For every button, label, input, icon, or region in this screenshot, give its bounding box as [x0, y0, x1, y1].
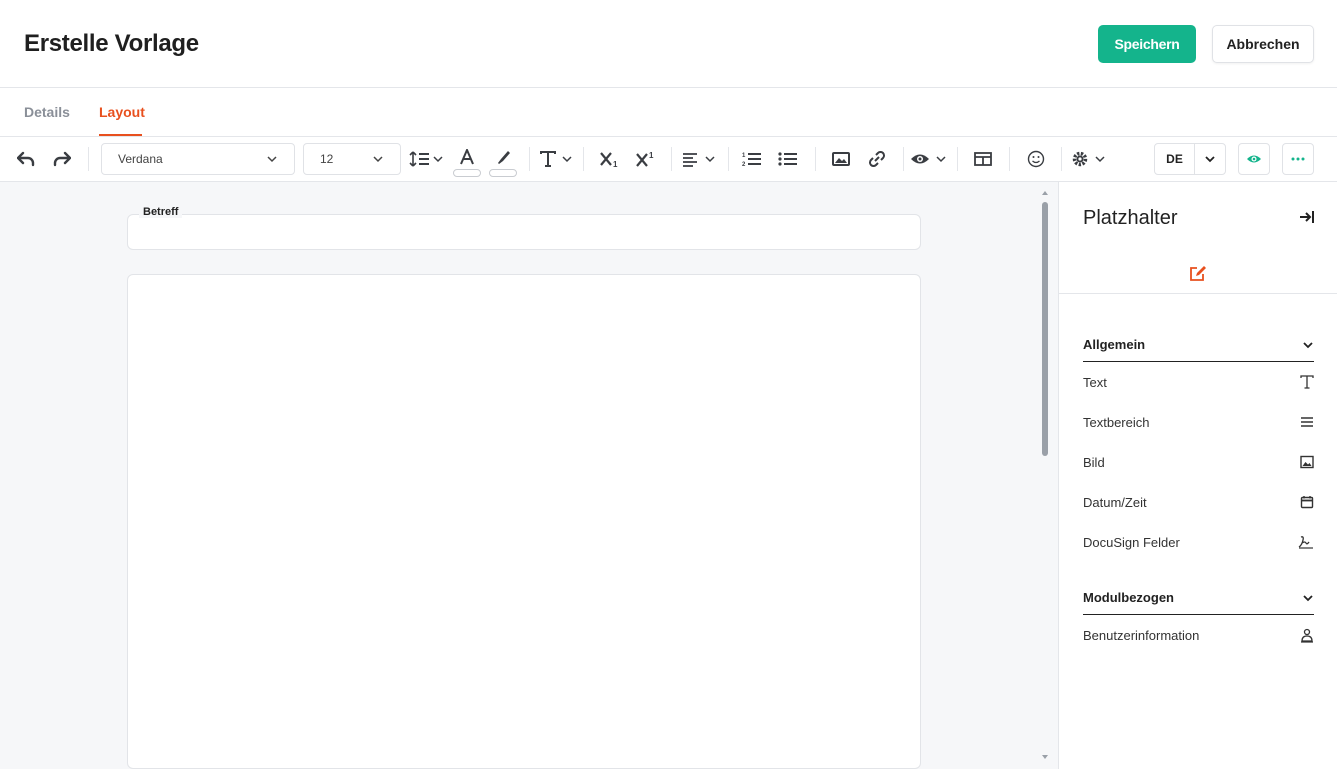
scroll-up-icon: [1042, 191, 1048, 195]
emoji-icon[interactable]: [1024, 147, 1048, 171]
eye-icon: [1247, 155, 1261, 163]
item-label: Textbereich: [1083, 415, 1150, 430]
font-color-swatch: [453, 169, 481, 177]
eye-toggle-button[interactable]: [1238, 143, 1270, 175]
item-label: Datum/Zeit: [1083, 495, 1147, 510]
subject-input[interactable]: [127, 214, 921, 250]
chevron-down-icon: [267, 156, 277, 163]
panel-title: Platzhalter: [1083, 207, 1178, 229]
item-label: DocuSign Felder: [1083, 535, 1180, 550]
editor-toolbar: Verdana 12 1 1 12 DE: [0, 137, 1337, 182]
tab-bar: Details Layout: [0, 88, 1337, 137]
textarea-icon: [1301, 417, 1313, 427]
link-icon[interactable]: [865, 147, 889, 171]
section-label: Modulbezogen: [1083, 590, 1174, 605]
settings-icon[interactable]: [1070, 147, 1110, 171]
template-body-editor[interactable]: [127, 274, 921, 769]
page-header: Erstelle Vorlage Speichern Abbrechen: [0, 0, 1337, 88]
undo-icon[interactable]: [14, 147, 38, 171]
chevron-down-icon: [1303, 342, 1313, 349]
unordered-list-icon[interactable]: [776, 147, 800, 171]
placeholder-item-docusign-felder[interactable]: DocuSign Felder: [1083, 533, 1314, 553]
align-icon[interactable]: [680, 147, 718, 171]
signature-icon: [1298, 536, 1313, 549]
subscript-icon[interactable]: 1: [598, 147, 622, 171]
language-value: DE: [1155, 144, 1195, 174]
tab-details[interactable]: Details: [24, 104, 70, 120]
text-format-icon[interactable]: [539, 147, 575, 171]
item-label: Benutzerinformation: [1083, 628, 1200, 643]
text-icon: [1300, 375, 1314, 389]
ordered-list-icon[interactable]: 12: [740, 147, 764, 171]
svg-text:1: 1: [649, 151, 654, 160]
tab-layout[interactable]: Layout: [99, 104, 145, 120]
cancel-button[interactable]: Abbrechen: [1212, 25, 1314, 63]
placeholder-item-bild[interactable]: Bild: [1083, 453, 1314, 473]
chevron-down-icon: [373, 156, 383, 163]
font-family-select[interactable]: Verdana: [101, 143, 295, 175]
collapse-panel-icon[interactable]: [1296, 207, 1318, 227]
font-size-select[interactable]: 12: [303, 143, 401, 175]
section-label: Allgemein: [1083, 337, 1146, 352]
more-icon: [1291, 157, 1305, 161]
font-color-icon[interactable]: [455, 145, 479, 169]
font-family-value: Verdana: [118, 152, 163, 166]
scroll-down-icon: [1042, 755, 1048, 759]
edit-placeholder-icon[interactable]: [1187, 263, 1209, 283]
highlight-icon[interactable]: [491, 145, 515, 169]
table-icon[interactable]: [971, 147, 995, 171]
item-label: Text: [1083, 375, 1107, 390]
redo-icon[interactable]: [50, 147, 74, 171]
subject-label: Betreff: [139, 206, 183, 218]
user-icon: [1301, 628, 1313, 643]
page-title: Erstelle Vorlage: [24, 30, 199, 57]
chevron-down-icon: [1303, 595, 1313, 602]
section-allgemein[interactable]: Allgemein: [1083, 334, 1314, 362]
placeholder-item-datum-zeit[interactable]: Datum/Zeit: [1083, 493, 1314, 513]
panel-divider: [1059, 293, 1337, 294]
svg-text:1: 1: [613, 160, 618, 168]
scrollbar-thumb[interactable]: [1042, 202, 1048, 456]
svg-text:1: 1: [742, 153, 746, 159]
font-size-value: 12: [320, 152, 334, 166]
active-tab-indicator: [99, 134, 142, 136]
chevron-down-icon: [1205, 156, 1215, 163]
line-height-icon[interactable]: [408, 147, 446, 171]
calendar-icon: [1300, 496, 1314, 509]
placeholder-item-text[interactable]: Text: [1083, 373, 1314, 393]
svg-text:2: 2: [742, 162, 746, 167]
item-label: Bild: [1083, 455, 1105, 470]
save-button[interactable]: Speichern: [1098, 25, 1196, 63]
highlight-swatch: [489, 169, 517, 177]
language-select[interactable]: DE: [1154, 143, 1226, 175]
preview-icon[interactable]: [910, 147, 950, 171]
image-icon: [1300, 455, 1314, 469]
section-modulbezogen[interactable]: Modulbezogen: [1083, 587, 1314, 615]
placeholder-item-benutzerinformation[interactable]: Benutzerinformation: [1083, 626, 1314, 646]
placeholder-item-textbereich[interactable]: Textbereich: [1083, 413, 1314, 433]
image-icon[interactable]: [829, 147, 853, 171]
superscript-icon[interactable]: 1: [634, 147, 658, 171]
more-button[interactable]: [1282, 143, 1314, 175]
